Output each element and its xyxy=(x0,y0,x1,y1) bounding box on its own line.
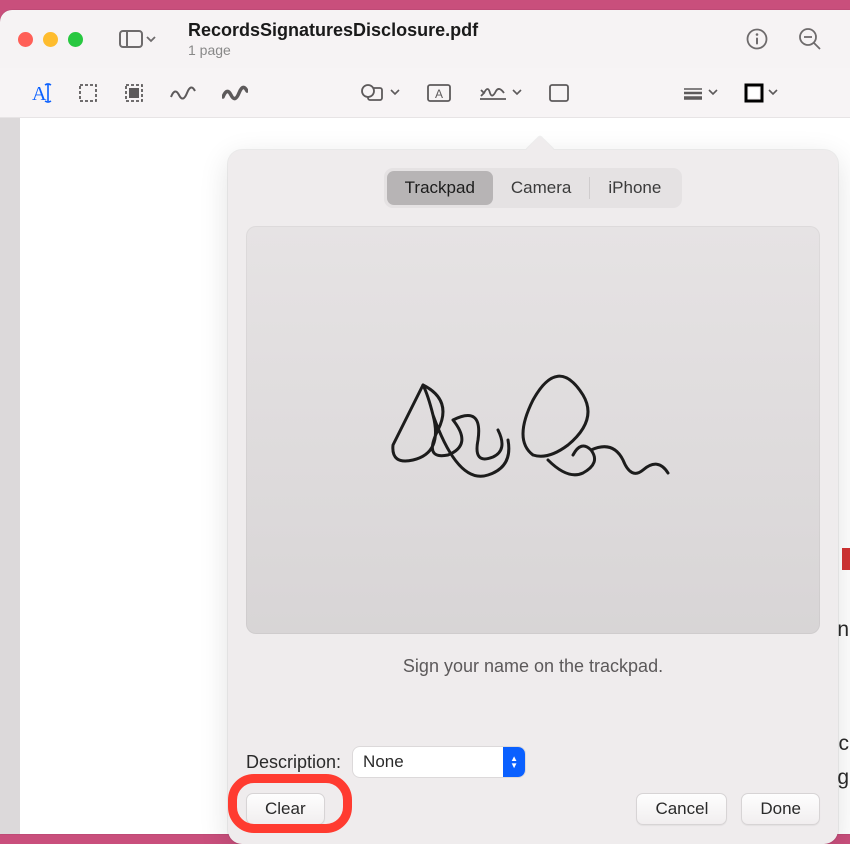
clear-button[interactable]: Clear xyxy=(246,793,325,825)
title-block: RecordsSignaturesDisclosure.pdf 1 page xyxy=(188,20,478,58)
document-title: RecordsSignaturesDisclosure.pdf xyxy=(188,20,478,41)
text-box-tool[interactable]: A xyxy=(426,83,452,103)
tab-camera[interactable]: Camera xyxy=(493,171,589,205)
chevron-down-icon xyxy=(768,89,778,96)
select-stepper-icon: ▲▼ xyxy=(503,747,525,777)
signature-canvas[interactable] xyxy=(246,226,820,634)
done-button[interactable]: Done xyxy=(741,793,820,825)
text-selection-tool[interactable]: A xyxy=(30,82,52,104)
cancel-button[interactable]: Cancel xyxy=(636,793,727,825)
description-label: Description: xyxy=(246,752,341,773)
svg-text:A: A xyxy=(32,83,47,104)
signature-icon xyxy=(478,83,508,103)
titlebar: RecordsSignaturesDisclosure.pdf 1 page xyxy=(0,10,850,68)
signature-popover: Trackpad Camera iPhone Sign your name on… xyxy=(228,150,838,844)
app-window: RecordsSignaturesDisclosure.pdf 1 page A xyxy=(0,10,850,834)
text-cursor-icon: A xyxy=(30,82,52,104)
draw-tool[interactable] xyxy=(222,85,248,101)
signature-instruction: Sign your name on the trackpad. xyxy=(246,656,820,677)
note-icon xyxy=(548,83,570,103)
annotation-marker xyxy=(842,548,850,570)
signature-source-tabs: Trackpad Camera iPhone xyxy=(384,168,683,208)
popover-buttons: Clear Cancel Done xyxy=(246,793,820,825)
textbox-icon: A xyxy=(426,83,452,103)
document-subtitle: 1 page xyxy=(188,42,478,58)
draw-icon xyxy=(222,85,248,101)
description-value: None xyxy=(353,752,503,772)
sketch-tool[interactable] xyxy=(170,85,196,101)
sidebar-toggle-button[interactable] xyxy=(113,26,162,52)
chevron-down-icon xyxy=(146,36,156,43)
info-icon xyxy=(746,28,768,50)
chevron-down-icon xyxy=(512,89,522,96)
border-icon xyxy=(744,83,764,103)
description-row: Description: None ▲▼ xyxy=(246,747,820,777)
signature-drawing xyxy=(383,345,683,515)
sketch-icon xyxy=(170,85,196,101)
shapes-tool[interactable] xyxy=(360,83,400,103)
tab-iphone[interactable]: iPhone xyxy=(590,171,679,205)
rectangular-selection-tool[interactable] xyxy=(78,83,98,103)
marquee-icon xyxy=(78,83,98,103)
markup-toolbar: A xyxy=(0,68,850,118)
redact-tool[interactable] xyxy=(124,83,144,103)
svg-text:A: A xyxy=(435,87,443,101)
line-style-tool[interactable] xyxy=(682,86,718,100)
doc-text-fragment: c xyxy=(839,732,850,756)
close-window-button[interactable] xyxy=(18,32,33,47)
border-color-tool[interactable] xyxy=(744,83,778,103)
tab-trackpad[interactable]: Trackpad xyxy=(387,171,493,205)
note-tool[interactable] xyxy=(548,83,570,103)
doc-text-fragment: n xyxy=(837,618,849,642)
lines-icon xyxy=(682,86,704,100)
redact-icon xyxy=(124,83,144,103)
chevron-down-icon xyxy=(708,89,718,96)
minimize-window-button[interactable] xyxy=(43,32,58,47)
sidebar-icon xyxy=(119,30,143,48)
description-select[interactable]: None ▲▼ xyxy=(353,747,525,777)
chevron-down-icon xyxy=(390,89,400,96)
shapes-icon xyxy=(360,83,386,103)
doc-text-fragment: g xyxy=(837,766,849,790)
sign-tool[interactable] xyxy=(478,83,522,103)
traffic-lights xyxy=(18,32,83,47)
fullscreen-window-button[interactable] xyxy=(68,32,83,47)
info-button[interactable] xyxy=(736,22,778,56)
zoom-out-icon xyxy=(798,27,822,51)
zoom-out-button[interactable] xyxy=(788,21,832,57)
